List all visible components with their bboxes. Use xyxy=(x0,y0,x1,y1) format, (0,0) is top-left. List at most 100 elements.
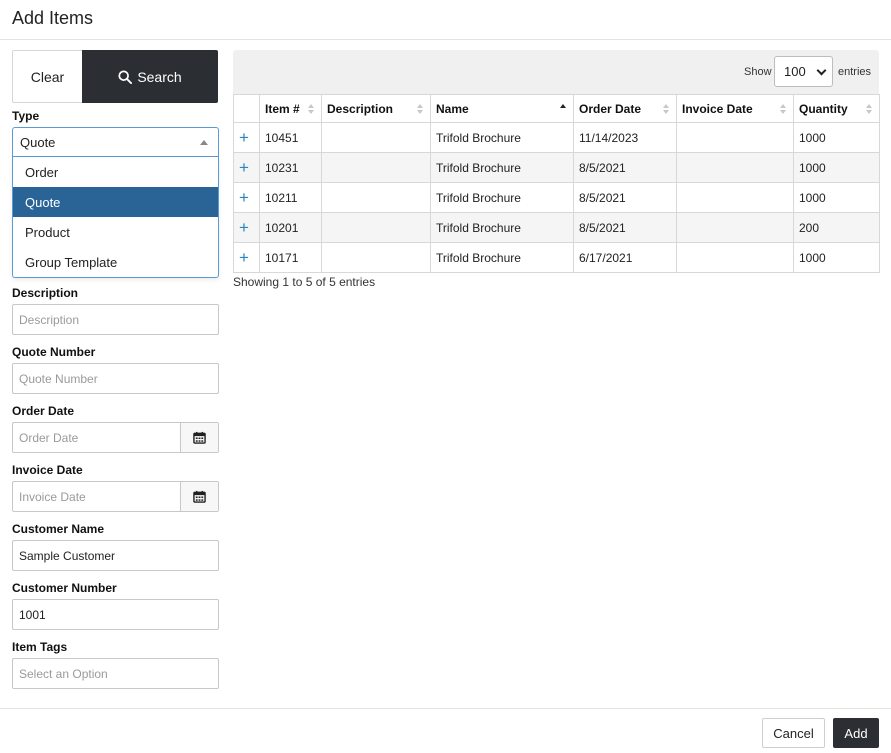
add-item-icon[interactable]: + xyxy=(233,242,260,273)
results-table: Item # Description Name Order Date Invoi… xyxy=(233,94,880,273)
cell-quantity: 1000 xyxy=(793,182,880,213)
customer-number-input[interactable]: 1001 xyxy=(12,599,219,630)
cell-quantity: 1000 xyxy=(793,152,880,183)
table-row: + 10231 Trifold Brochure 8/5/2021 1000 xyxy=(233,152,880,183)
show-label: Show xyxy=(744,66,772,78)
modal-header: Add Items xyxy=(0,0,891,40)
type-option-product[interactable]: Product xyxy=(13,217,218,247)
cell-description xyxy=(321,182,431,213)
add-item-icon[interactable]: + xyxy=(233,152,260,183)
cell-item-number: 10201 xyxy=(259,212,322,243)
cell-name: Trifold Brochure xyxy=(430,122,574,153)
sort-ascending-icon xyxy=(560,104,567,115)
type-option-group-template[interactable]: Group Template xyxy=(13,247,218,277)
cell-item-number: 10451 xyxy=(259,122,322,153)
table-row: + 10211 Trifold Brochure 8/5/2021 1000 xyxy=(233,182,880,213)
customer-name-input[interactable]: Sample Customer xyxy=(12,540,219,571)
modal-footer: Cancel Add xyxy=(0,708,891,753)
results-toolbar: Show 100 entries xyxy=(233,50,879,94)
quote-number-input[interactable]: Quote Number xyxy=(12,363,219,394)
item-tags-select[interactable]: Select an Option xyxy=(12,658,219,689)
column-header-label: Invoice Date xyxy=(682,101,753,116)
search-icon xyxy=(118,69,133,84)
cell-quantity: 200 xyxy=(793,212,880,243)
cell-invoice-date xyxy=(676,242,794,273)
results-panel: Show 100 entries Item # Description Name… xyxy=(233,50,880,289)
cell-description xyxy=(321,242,431,273)
column-header-label: Description xyxy=(327,101,394,116)
chevron-up-icon xyxy=(200,140,208,145)
add-item-icon[interactable]: + xyxy=(233,122,260,153)
column-header-label: Quantity xyxy=(799,101,848,116)
add-button[interactable]: Add xyxy=(833,718,879,748)
column-header-quantity[interactable]: Quantity xyxy=(793,94,880,123)
sort-icon xyxy=(417,104,424,115)
invoice-date-field: Invoice Date xyxy=(12,481,219,512)
sort-icon xyxy=(663,104,670,115)
calendar-icon xyxy=(193,431,206,444)
cell-invoice-date xyxy=(676,152,794,183)
invoice-date-label: Invoice Date xyxy=(12,463,83,477)
search-button-group: Clear Search xyxy=(12,50,219,103)
type-select-value: Quote xyxy=(20,134,56,150)
table-row: + 10201 Trifold Brochure 8/5/2021 200 xyxy=(233,212,880,243)
cell-order-date: 8/5/2021 xyxy=(573,182,677,213)
quote-number-label: Quote Number xyxy=(12,345,96,359)
cell-quantity: 1000 xyxy=(793,242,880,273)
column-header-label: Item # xyxy=(265,101,300,116)
column-header-description[interactable]: Description xyxy=(321,94,431,123)
cell-item-number: 10211 xyxy=(259,182,322,213)
column-header-invoice-date[interactable]: Invoice Date xyxy=(676,94,794,123)
description-label: Description xyxy=(12,286,79,300)
item-tags-label: Item Tags xyxy=(12,640,68,654)
entries-label: entries xyxy=(838,66,872,78)
order-date-label: Order Date xyxy=(12,404,75,418)
page-size-value: 100 xyxy=(784,64,806,79)
cell-order-date: 8/5/2021 xyxy=(573,212,677,243)
cell-invoice-date xyxy=(676,182,794,213)
add-item-icon[interactable]: + xyxy=(233,182,260,213)
invoice-date-picker-button[interactable] xyxy=(180,482,218,511)
cell-order-date: 6/17/2021 xyxy=(573,242,677,273)
type-select[interactable]: Quote xyxy=(12,127,219,157)
column-header-order-date[interactable]: Order Date xyxy=(573,94,677,123)
column-header-expand xyxy=(233,94,260,123)
invoice-date-input[interactable]: Invoice Date xyxy=(13,482,180,511)
cell-order-date: 11/14/2023 xyxy=(573,122,677,153)
cell-invoice-date xyxy=(676,212,794,243)
description-input[interactable]: Description xyxy=(12,304,219,335)
cell-invoice-date xyxy=(676,122,794,153)
modal-title: Add Items xyxy=(12,8,94,28)
table-row: + 10171 Trifold Brochure 6/17/2021 1000 xyxy=(233,242,880,273)
order-date-picker-button[interactable] xyxy=(180,423,218,452)
column-header-name[interactable]: Name xyxy=(430,94,574,123)
sort-icon xyxy=(780,104,787,115)
add-item-icon[interactable]: + xyxy=(233,212,260,243)
sort-icon xyxy=(308,104,315,115)
cell-description xyxy=(321,152,431,183)
order-date-input[interactable]: Order Date xyxy=(13,423,180,452)
customer-number-label: Customer Number xyxy=(12,581,117,595)
calendar-icon xyxy=(193,490,206,503)
table-header-row: Item # Description Name Order Date Invoi… xyxy=(233,94,880,123)
search-button[interactable]: Search xyxy=(82,50,218,103)
page-size-select[interactable]: 100 xyxy=(774,56,833,87)
type-option-order[interactable]: Order xyxy=(13,157,218,187)
cell-name: Trifold Brochure xyxy=(430,212,574,243)
column-header-label: Name xyxy=(436,101,469,116)
customer-name-label: Customer Name xyxy=(12,522,105,536)
clear-button[interactable]: Clear xyxy=(12,50,82,103)
table-info: Showing 1 to 5 of 5 entries xyxy=(233,275,376,289)
cell-item-number: 10171 xyxy=(259,242,322,273)
search-button-label: Search xyxy=(137,68,182,85)
type-label: Type xyxy=(12,109,40,123)
type-option-quote[interactable]: Quote xyxy=(13,187,218,217)
column-header-item-number[interactable]: Item # xyxy=(259,94,322,123)
cell-description xyxy=(321,212,431,243)
cancel-button[interactable]: Cancel xyxy=(762,718,825,748)
chevron-down-icon xyxy=(816,65,827,76)
table-row: + 10451 Trifold Brochure 11/14/2023 1000 xyxy=(233,122,880,153)
column-header-label: Order Date xyxy=(579,101,642,116)
cell-name: Trifold Brochure xyxy=(430,182,574,213)
cell-order-date: 8/5/2021 xyxy=(573,152,677,183)
